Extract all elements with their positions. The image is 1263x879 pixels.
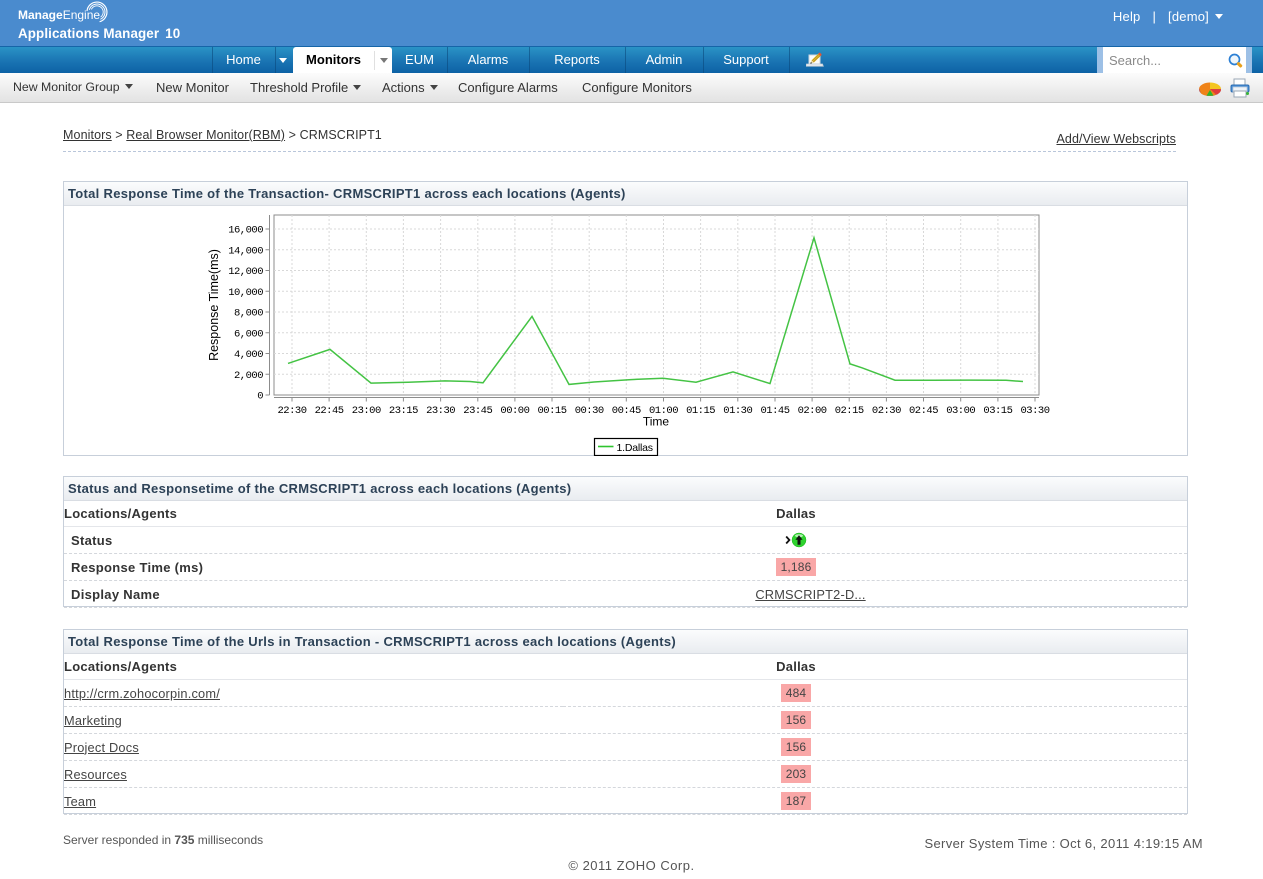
svg-text:01:15: 01:15 xyxy=(686,405,715,417)
svg-text:00:30: 00:30 xyxy=(575,405,604,417)
svg-text:16,000: 16,000 xyxy=(228,225,263,237)
svg-text:01:30: 01:30 xyxy=(723,405,752,417)
svg-text:02:00: 02:00 xyxy=(798,405,827,417)
svg-text:Response Time(ms): Response Time(ms) xyxy=(207,249,221,361)
svg-text:03:30: 03:30 xyxy=(1020,405,1049,417)
svg-text:6,000: 6,000 xyxy=(234,328,263,340)
svg-text:03:15: 03:15 xyxy=(983,405,1012,417)
svg-text:23:00: 23:00 xyxy=(352,405,381,417)
svg-text:23:45: 23:45 xyxy=(463,405,492,417)
svg-text:02:15: 02:15 xyxy=(835,405,864,417)
svg-text:10,000: 10,000 xyxy=(228,287,263,299)
svg-text:14,000: 14,000 xyxy=(228,245,263,257)
svg-text:0: 0 xyxy=(257,391,263,403)
svg-text:01:45: 01:45 xyxy=(760,405,789,417)
svg-text:00:15: 00:15 xyxy=(537,405,566,417)
svg-text:00:45: 00:45 xyxy=(612,405,641,417)
svg-text:02:45: 02:45 xyxy=(909,405,938,417)
svg-text:2,000: 2,000 xyxy=(234,370,263,382)
svg-text:22:45: 22:45 xyxy=(315,405,344,417)
svg-text:4,000: 4,000 xyxy=(234,349,263,361)
svg-text:22:30: 22:30 xyxy=(277,405,306,417)
svg-text:12,000: 12,000 xyxy=(228,266,263,278)
svg-text:00:00: 00:00 xyxy=(500,405,529,417)
svg-text:1.Dallas: 1.Dallas xyxy=(617,442,653,454)
svg-text:03:00: 03:00 xyxy=(946,405,975,417)
svg-text:8,000: 8,000 xyxy=(234,308,263,320)
svg-text:Time: Time xyxy=(643,415,670,429)
svg-text:02:30: 02:30 xyxy=(872,405,901,417)
svg-text:23:30: 23:30 xyxy=(426,405,455,417)
svg-text:23:15: 23:15 xyxy=(389,405,418,417)
